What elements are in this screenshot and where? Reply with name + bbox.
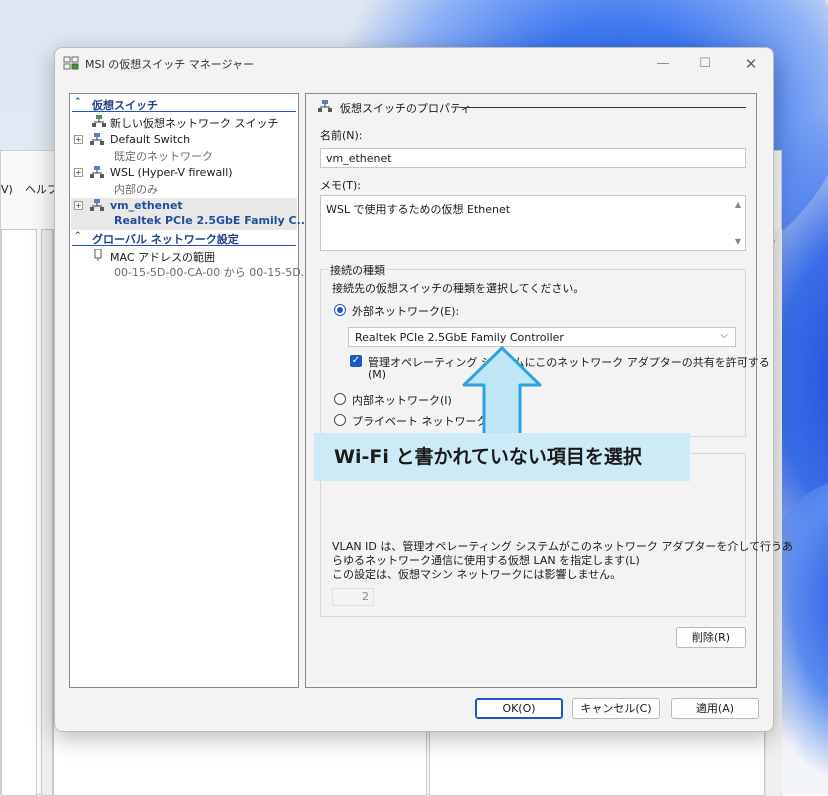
tree-item-vm-ethenet[interactable]: + vm_ethenet Realtek PCIe 2.5GbE Family … bbox=[70, 199, 309, 231]
scroll-up-icon[interactable]: ▲ bbox=[735, 200, 741, 209]
minimize-icon[interactable]: — bbox=[649, 54, 677, 74]
tree-item-default-switch[interactable]: + Default Switch 既定のネットワーク bbox=[70, 133, 298, 165]
tree-item-mac-range[interactable]: MAC アドレスの範囲 00-15-5D-00-CA-00 から 00-15-5… bbox=[70, 249, 311, 281]
collapse-chevron-icon[interactable]: ⌃ bbox=[74, 231, 84, 241]
background-left-pane bbox=[1, 229, 37, 796]
section-divider bbox=[72, 111, 296, 112]
switch-manager-icon bbox=[63, 56, 79, 70]
private-network-radio[interactable] bbox=[334, 414, 346, 426]
connection-group-title: 接続の種類 bbox=[328, 262, 387, 278]
share-adapter-checkbox[interactable]: ✓ bbox=[350, 355, 362, 367]
switch-name: WSL (Hyper-V firewall) bbox=[110, 166, 233, 179]
new-switch-icon bbox=[92, 115, 106, 127]
vlan-description: この設定は、仮想マシン ネットワークには影響しません。 bbox=[332, 568, 622, 581]
close-icon[interactable]: ✕ bbox=[737, 54, 765, 74]
network-switch-icon bbox=[90, 166, 104, 178]
external-network-label[interactable]: 外部ネットワーク(E): bbox=[352, 303, 459, 319]
expand-icon[interactable]: + bbox=[74, 201, 83, 210]
switch-detail: 既定のネットワーク bbox=[114, 150, 213, 163]
menu-item[interactable]: V) bbox=[1, 179, 13, 201]
external-network-radio[interactable] bbox=[334, 304, 346, 316]
delete-button[interactable]: 削除(R) bbox=[676, 627, 746, 648]
annotation-callout: Wi-Fi と書かれていない項目を選択 bbox=[314, 433, 690, 481]
name-input[interactable]: vm_ethenet bbox=[320, 148, 746, 168]
switch-name: Default Switch bbox=[110, 133, 191, 146]
title-rule bbox=[460, 107, 746, 108]
properties-title: 仮想スイッチのプロパティ bbox=[340, 102, 472, 115]
share-adapter-label-line2: (M) bbox=[368, 368, 387, 381]
tree-item-label: 新しい仮想ネットワーク スイッチ bbox=[110, 117, 279, 130]
apply-button[interactable]: 適用(A) bbox=[671, 698, 759, 719]
cancel-button[interactable]: キャンセル(C) bbox=[572, 698, 660, 719]
name-label: 名前(N): bbox=[320, 129, 363, 142]
internal-network-radio[interactable] bbox=[334, 393, 346, 405]
mac-range-label: MAC アドレスの範囲 bbox=[110, 251, 215, 264]
connection-prompt: 接続先の仮想スイッチの種類を選択してください。 bbox=[332, 282, 585, 295]
window-title: MSI の仮想スイッチ マネージャー bbox=[85, 58, 254, 71]
switch-detail: Realtek PCIe 2.5GbE Family C... bbox=[114, 214, 310, 227]
network-switch-icon bbox=[90, 133, 104, 145]
switch-tree: ⌃ 仮想スイッチ 新しい仮想ネットワーク スイッチ + Default Swit… bbox=[69, 93, 311, 688]
internal-network-label[interactable]: 内部ネットワーク(I) bbox=[352, 392, 452, 408]
virtual-switch-manager-dialog: MSI の仮想スイッチ マネージャー — ☐ ✕ ⌃ 仮想スイッチ 新しい仮想ネ… bbox=[54, 47, 793, 732]
ok-button[interactable]: OK(O) bbox=[475, 698, 563, 719]
title-bar[interactable]: MSI の仮想スイッチ マネージャー — ☐ ✕ bbox=[55, 48, 773, 80]
memo-textarea[interactable]: WSL で使用するための仮想 Ethenet ▲ ▼ bbox=[320, 195, 746, 251]
collapse-chevron-icon[interactable]: ⌃ bbox=[74, 97, 84, 107]
network-switch-icon bbox=[90, 199, 104, 211]
switch-detail: 内部のみ bbox=[114, 183, 158, 196]
annotation-up-arrow-icon bbox=[462, 346, 542, 437]
network-switch-icon bbox=[318, 100, 332, 112]
adapter-select[interactable]: Realtek PCIe 2.5GbE Family Controller ⌵ bbox=[348, 327, 736, 347]
vlan-id-input[interactable]: 2 bbox=[332, 588, 374, 606]
expand-icon[interactable]: + bbox=[74, 168, 83, 177]
switch-name: vm_ethenet bbox=[110, 199, 183, 212]
memo-label: メモ(T): bbox=[320, 179, 362, 192]
adapter-selected-value: Realtek PCIe 2.5GbE Family Controller bbox=[355, 331, 564, 344]
section-divider bbox=[72, 245, 296, 246]
expand-icon[interactable]: + bbox=[74, 135, 83, 144]
chevron-down-icon[interactable]: ⌵ bbox=[720, 330, 728, 341]
mac-range-value: 00-15-5D-00-CA-00 から 00-15-5D... bbox=[114, 266, 312, 279]
tree-item-wsl-switch[interactable]: + WSL (Hyper-V firewall) 内部のみ bbox=[70, 166, 298, 198]
maximize-icon[interactable]: ☐ bbox=[691, 54, 719, 74]
share-adapter-label[interactable]: 管理オペレーティング システムにこのネットワーク アダプターの共有を許可する bbox=[368, 354, 770, 370]
mac-address-icon bbox=[94, 249, 102, 261]
background-splitter bbox=[41, 229, 53, 796]
scroll-down-icon[interactable]: ▼ bbox=[735, 237, 741, 246]
memo-text: WSL で使用するための仮想 Ethenet bbox=[326, 203, 511, 216]
